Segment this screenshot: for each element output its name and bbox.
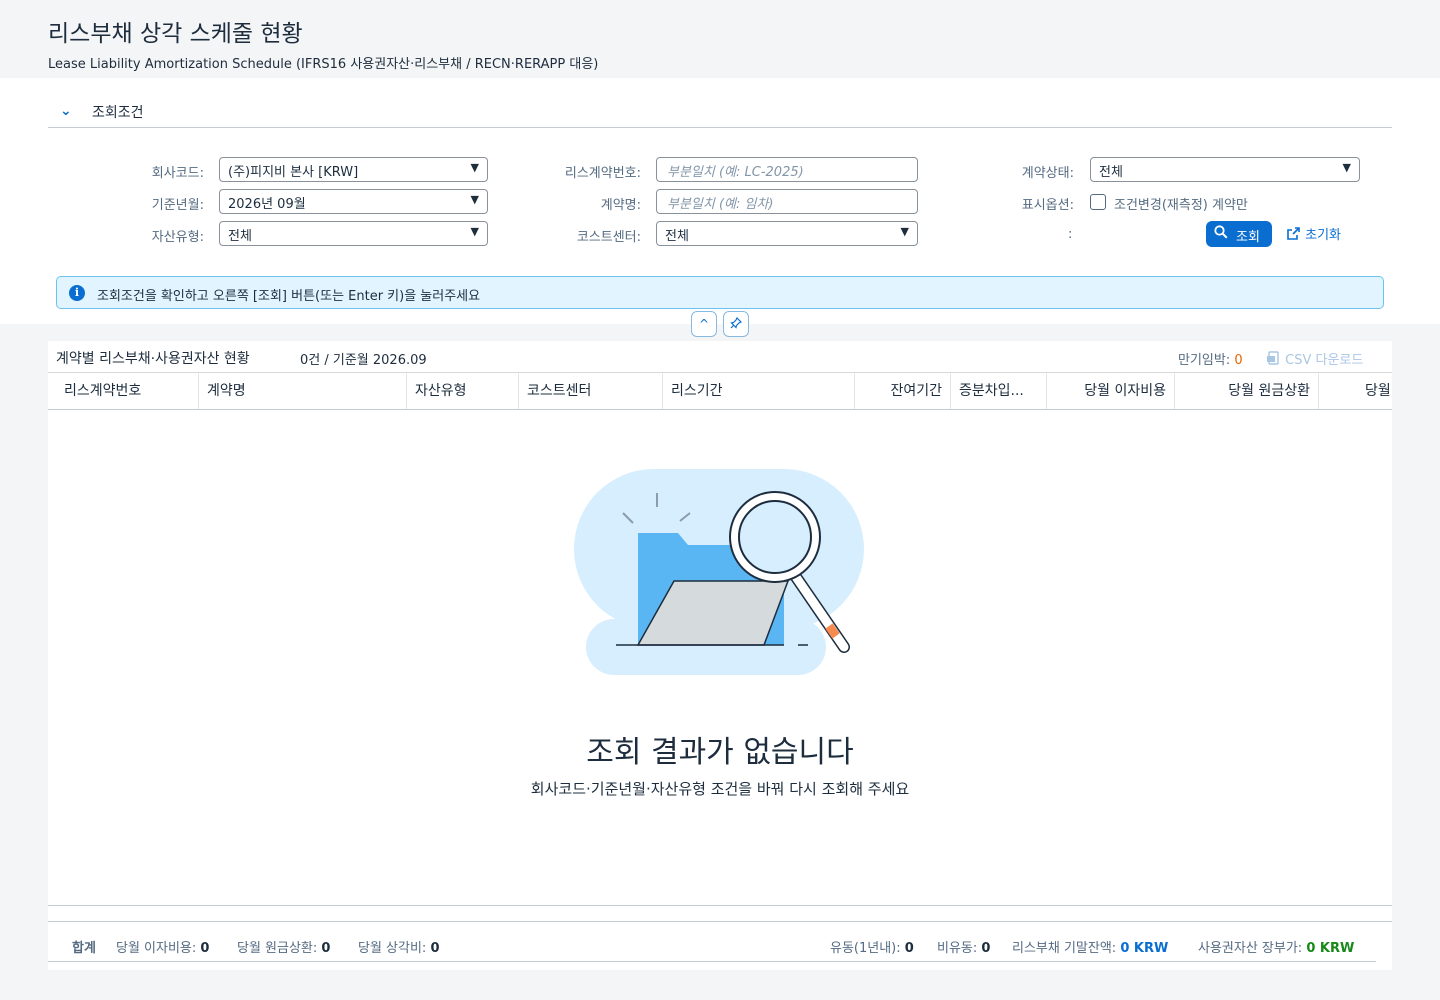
- column-header[interactable]: 계약명: [199, 373, 407, 409]
- rou-book-value-label: 사용권자산 장부가:: [1198, 941, 1303, 956]
- column-header[interactable]: 당월 원금상환: [1175, 373, 1319, 409]
- display-option-label: 표시옵션:: [1021, 198, 1074, 213]
- status-value: 전체: [1099, 165, 1123, 180]
- csv-download-label: CSV 다운로드: [1285, 353, 1364, 368]
- rou-book-value: 사용권자산 장부가: 0 KRW: [1198, 937, 1354, 956]
- noncurrent-total-value: 0: [981, 941, 991, 956]
- column-header[interactable]: 리스계약번호: [48, 373, 199, 409]
- table-header: 리스계약번호 계약명 자산유형 코스트센터 리스기간 잔여기간 증분차입... …: [48, 372, 1392, 410]
- header-collapse-button[interactable]: ^: [691, 311, 717, 337]
- depreciation-total: 당월 상각비: 0: [358, 937, 440, 956]
- column-header[interactable]: 증분차입...: [951, 373, 1047, 409]
- expiring-label: 만기임박:: [1178, 353, 1231, 368]
- column-header[interactable]: 당월: [1319, 373, 1392, 409]
- expiring-count: 0: [1234, 353, 1243, 368]
- principal-total-label: 당월 원금상환:: [237, 941, 318, 956]
- filter-bar: ⌄ 조회조건 회사코드: (주)피지비 본사 [KRW] ▼ 기준년월: 202…: [0, 78, 1440, 324]
- info-message: 조회조건을 확인하고 오른쪽 [조회] 버튼(또는 Enter 키)을 눌러주세…: [97, 289, 481, 304]
- company-code-value: (주)피지비 본사 [KRW]: [228, 165, 359, 180]
- depreciation-total-label: 당월 상각비:: [358, 941, 427, 956]
- info-message-strip: i 조회조건을 확인하고 오른쪽 [조회] 버튼(또는 Enter 키)을 눌러…: [56, 276, 1384, 309]
- current-total-label: 유동(1년내):: [830, 941, 901, 956]
- interest-total: 당월 이자비용: 0: [116, 937, 209, 956]
- asset-type-value: 전체: [228, 229, 252, 244]
- depreciation-total-value: 0: [430, 941, 440, 956]
- totals-label: 합계: [72, 941, 96, 956]
- column-header[interactable]: 코스트센터: [519, 373, 663, 409]
- liability-balance-label: 리스부채 기말잔액:: [1012, 941, 1117, 956]
- contract-no-label: 리스계약번호:: [564, 166, 641, 181]
- info-icon: i: [69, 285, 85, 301]
- cost-center-label: 코스트센터:: [576, 230, 641, 245]
- asset-type-label: 자산유형:: [151, 230, 204, 245]
- chevron-down-icon: ▼: [470, 193, 479, 206]
- chevron-down-icon: ▼: [1342, 161, 1351, 174]
- empty-label: :: [1068, 227, 1073, 242]
- company-code-select[interactable]: (주)피지비 본사 [KRW] ▼: [219, 157, 488, 182]
- divider: [48, 905, 1392, 906]
- header-pin-button[interactable]: [723, 311, 749, 337]
- column-header[interactable]: 당월 이자비용: [1047, 373, 1175, 409]
- page-title: 리스부채 상각 스케줄 현황: [48, 21, 303, 47]
- cost-center-select[interactable]: 전체 ▼: [656, 221, 918, 246]
- reset-button-label: 초기화: [1305, 228, 1342, 243]
- expiring-indicator: 만기임박: 0: [1178, 349, 1243, 368]
- remeasured-only-label[interactable]: 조건변경(재측정) 계약만: [1114, 194, 1248, 213]
- filter-section-label: 조회조건: [92, 105, 144, 121]
- asset-type-select[interactable]: 전체 ▼: [219, 221, 488, 246]
- column-header[interactable]: 자산유형: [407, 373, 519, 409]
- no-results-illustration: [574, 469, 874, 679]
- interest-total-value: 0: [200, 941, 210, 956]
- search-button[interactable]: 조회: [1206, 221, 1272, 247]
- remeasured-only-checkbox[interactable]: [1090, 194, 1106, 210]
- cost-center-value: 전체: [665, 229, 689, 244]
- csv-icon: [1266, 351, 1281, 370]
- status-select[interactable]: 전체 ▼: [1090, 157, 1360, 182]
- reset-icon: [1286, 226, 1301, 245]
- contract-name-label: 계약명:: [600, 198, 641, 213]
- table-title: 계약별 리스부채·사용권자산 현황: [56, 351, 250, 367]
- column-header[interactable]: 리스기간: [663, 373, 855, 409]
- contract-table-panel: 계약별 리스부채·사용권자산 현황 0건 / 기준월 2026.09 만기임박:…: [48, 341, 1392, 970]
- period-label: 기준년월:: [151, 198, 204, 213]
- pin-icon: [730, 316, 743, 331]
- contract-name-input[interactable]: 부분일치 (예: 임차): [656, 189, 918, 214]
- status-label: 계약상태:: [1021, 166, 1074, 181]
- page-subtitle: Lease Liability Amortization Schedule (I…: [48, 57, 599, 72]
- search-button-label: 조회: [1236, 229, 1260, 244]
- interest-total-label: 당월 이자비용:: [116, 941, 197, 956]
- noncurrent-total-label: 비유동:: [937, 941, 978, 956]
- csv-download-button[interactable]: CSV 다운로드: [1266, 349, 1363, 370]
- company-code-label: 회사코드:: [151, 166, 204, 181]
- filter-section-toggle[interactable]: ⌄ 조회조건: [48, 102, 1392, 128]
- rou-book-value-value: 0 KRW: [1306, 941, 1355, 956]
- divider: [48, 961, 1376, 962]
- search-icon: [1214, 225, 1228, 242]
- empty-state-subtitle: 회사코드·기준년월·자산유형 조건을 바꿔 다시 조회해 주세요: [530, 780, 910, 798]
- reset-button[interactable]: 초기화: [1286, 224, 1341, 244]
- empty-state-title: 조회 결과가 없습니다: [586, 735, 854, 770]
- chevron-down-icon: ▼: [470, 225, 479, 238]
- totals-footer: 합계 당월 이자비용: 0 당월 원금상환: 0 당월 상각비: 0 유동(1년…: [48, 922, 1392, 962]
- principal-total-value: 0: [321, 941, 331, 956]
- liability-balance-value: 0 KRW: [1120, 941, 1169, 956]
- liability-balance: 리스부채 기말잔액: 0 KRW: [1012, 937, 1168, 956]
- current-total-value: 0: [904, 941, 914, 956]
- table-count: 0건 / 기준월 2026.09: [300, 353, 427, 368]
- page-header: 리스부채 상각 스케줄 현황 Lease Liability Amortizat…: [0, 0, 1440, 78]
- contract-no-input[interactable]: 부분일치 (예: LC-2025): [656, 157, 918, 182]
- period-value: 2026년 09월: [228, 197, 306, 212]
- noncurrent-total: 비유동: 0: [937, 937, 990, 956]
- chevron-down-icon: ▼: [470, 161, 479, 174]
- chevron-down-icon: ▼: [900, 225, 909, 238]
- principal-total: 당월 원금상환: 0: [237, 937, 330, 956]
- chevron-down-icon[interactable]: ⌄: [60, 103, 72, 119]
- current-total: 유동(1년내): 0: [830, 937, 914, 956]
- column-header[interactable]: 잔여기간: [855, 373, 951, 409]
- period-select[interactable]: 2026년 09월 ▼: [219, 189, 488, 214]
- chevron-up-icon: ^: [698, 317, 710, 331]
